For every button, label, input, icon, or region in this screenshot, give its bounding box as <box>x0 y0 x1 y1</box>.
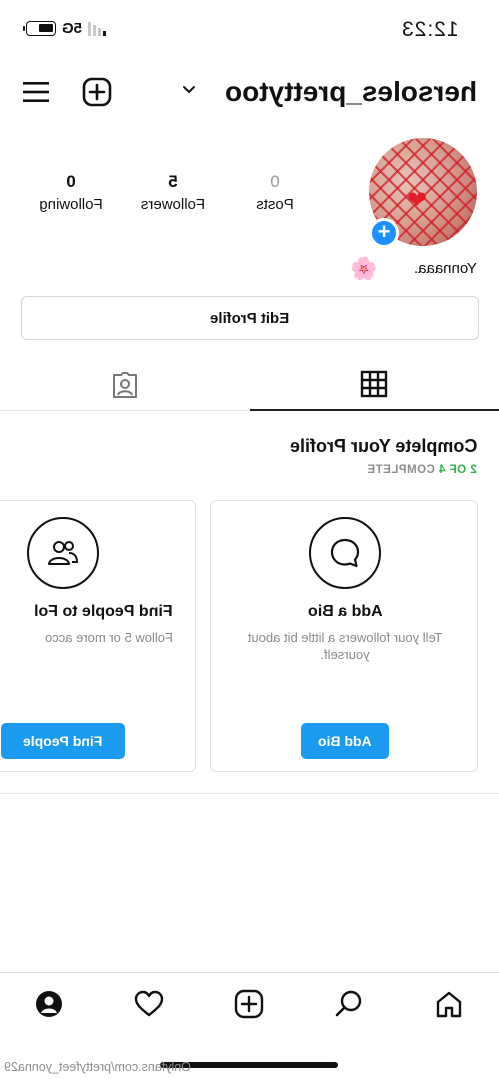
find-people-button[interactable]: Find People <box>1 723 125 759</box>
heart-icon[interactable] <box>134 989 164 1019</box>
search-icon[interactable] <box>334 989 364 1019</box>
following-label: Following <box>39 196 103 213</box>
people-icon <box>27 517 99 589</box>
watermark-text: Onlyfans.com/prettyfeet_yonna29 <box>4 1060 191 1074</box>
display-name: Yonnaaa. <box>414 260 477 277</box>
home-icon[interactable] <box>434 989 464 1019</box>
heart-emoji-icon: ❤ <box>407 187 428 214</box>
tagged-person-icon[interactable] <box>110 370 140 400</box>
active-tab-indicator <box>250 409 499 411</box>
hamburger-icon[interactable] <box>22 80 50 104</box>
following-count: 0 <box>66 172 76 191</box>
find-people-card: Find People to Fol Follow 5 or more acco… <box>0 500 196 772</box>
create-post-icon[interactable] <box>234 989 264 1019</box>
edit-profile-button[interactable]: Edit Profile <box>21 296 479 340</box>
speech-bubble-icon <box>309 517 381 589</box>
stat-posts[interactable]: 0 Posts <box>230 172 320 213</box>
progress-count: 2 OF 4 <box>438 464 477 476</box>
posts-count: 0 <box>270 172 280 191</box>
card-title: Find People to Fol <box>34 603 173 620</box>
card-description: Tell your followers a little bit about y… <box>247 630 443 662</box>
profile-icon[interactable] <box>34 989 64 1019</box>
followers-count: 5 <box>168 172 178 191</box>
status-icons: 5G <box>23 20 107 37</box>
bottom-nav-divider <box>0 972 499 973</box>
battery-icon <box>23 21 56 36</box>
status-time: 12:23 <box>401 18 459 41</box>
signal-icon <box>88 21 107 36</box>
stat-following[interactable]: 0 Following <box>26 172 116 213</box>
followers-label: Followers <box>140 196 206 213</box>
flower-emoji-icon: 🌸 <box>350 256 378 281</box>
grid-icon[interactable] <box>360 370 388 398</box>
add-bio-button[interactable]: Add Bio <box>301 723 389 759</box>
add-bio-card: Add a Bio Tell your followers a little b… <box>210 500 478 772</box>
stat-followers[interactable]: 5 Followers <box>128 172 218 213</box>
card-title: Add a Bio <box>307 603 383 620</box>
section-divider <box>0 793 499 794</box>
progress-label: COMPLETE <box>367 464 436 476</box>
network-label: 5G <box>62 20 83 37</box>
chevron-down-icon[interactable] <box>182 85 196 95</box>
plus-square-icon[interactable] <box>82 77 112 107</box>
complete-profile-title: Complete Your Profile <box>289 436 477 456</box>
add-story-plus-icon[interactable]: + <box>369 218 399 248</box>
posts-label: Posts <box>256 196 294 213</box>
card-description: Follow 5 or more acco <box>45 630 173 645</box>
complete-profile-progress: 2 OF 4 COMPLETE <box>367 464 477 476</box>
profile-username[interactable]: hersoles_prettytoo <box>225 76 477 108</box>
